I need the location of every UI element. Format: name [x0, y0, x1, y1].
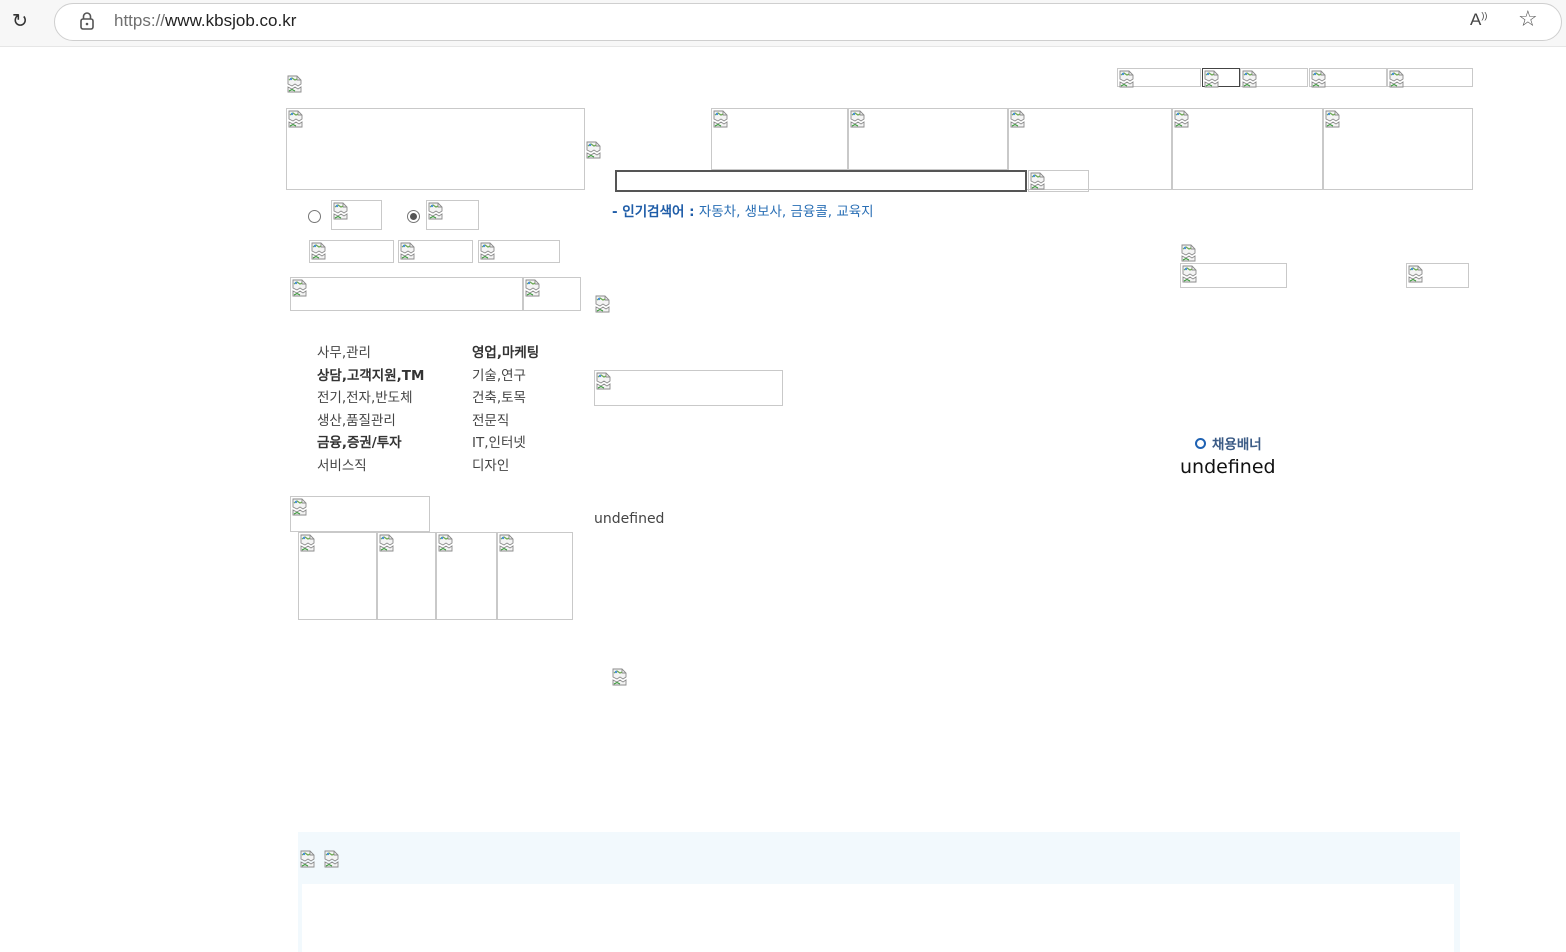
job-category-header-image	[290, 277, 523, 311]
read-aloud-glyph: A	[1470, 10, 1482, 29]
hot-keywords-label: - 인기검색어 :	[612, 204, 695, 220]
category-right-5[interactable]: IT,인터넷	[472, 431, 526, 451]
url-protocol: https://	[114, 11, 166, 30]
right-link-image-2[interactable]	[1406, 263, 1469, 288]
service-tile-2[interactable]	[377, 532, 436, 620]
content-spacer-image	[594, 294, 614, 314]
category-right-1[interactable]: 영업,마케팅	[472, 341, 539, 361]
recruit-banner-title: 채용배너	[1195, 433, 1262, 453]
site-logo-image[interactable]	[286, 74, 306, 94]
login-link-2[interactable]	[398, 240, 473, 263]
lower-spacer-image	[611, 667, 631, 687]
category-left-6[interactable]: 서비스직	[317, 454, 367, 474]
category-right-2[interactable]: 기술,연구	[472, 364, 526, 384]
category-left-1[interactable]: 사무,관리	[317, 341, 371, 361]
category-left-3[interactable]: 전기,전자,반도체	[317, 386, 413, 406]
category-right-3[interactable]: 건축,토목	[472, 386, 526, 406]
read-aloud-waves: ))	[1481, 10, 1488, 21]
circle-bullet-icon	[1195, 438, 1206, 449]
member-type-radio-personal[interactable]	[308, 210, 321, 223]
category-left-2[interactable]: 상담,고객지원,TM	[317, 364, 424, 384]
lock-icon[interactable]	[78, 10, 96, 32]
job-category-more-button[interactable]	[523, 277, 581, 311]
favorite-star-icon[interactable]: ☆	[1518, 7, 1538, 32]
member-type-radio-company[interactable]	[407, 210, 420, 223]
category-right-6[interactable]: 디자인	[472, 454, 509, 474]
main-menu-1[interactable]	[711, 108, 848, 170]
top-nav-link-3[interactable]	[1240, 68, 1308, 87]
footer-tab-image-1[interactable]	[299, 849, 319, 869]
recruit-banner-content: undefined	[1180, 456, 1276, 478]
top-nav-link-2[interactable]	[1202, 68, 1240, 87]
recruit-banner-label: 채용배너	[1212, 437, 1262, 453]
member-type-label-personal	[331, 200, 382, 230]
search-button[interactable]	[1028, 170, 1089, 192]
hot-keywords: - 인기검색어 : 자동차, 생보사, 금융콜, 교육지	[612, 200, 874, 220]
login-link-1[interactable]	[309, 240, 394, 263]
login-link-3[interactable]	[478, 240, 560, 263]
service-tile-3[interactable]	[436, 532, 497, 620]
member-type-label-company	[426, 200, 479, 230]
search-input[interactable]	[615, 170, 1027, 192]
read-aloud-icon[interactable]: A))	[1470, 10, 1487, 30]
category-left-4[interactable]: 생산,품질관리	[317, 409, 396, 429]
main-content-text: undefined	[594, 511, 665, 527]
reload-icon[interactable]: ↻	[8, 9, 32, 33]
category-left-5[interactable]: 금융,증권/투자	[317, 431, 402, 451]
center-banner-image[interactable]	[594, 370, 783, 406]
address-url[interactable]: https://www.kbsjob.co.kr	[114, 11, 296, 31]
main-menu-5[interactable]	[1323, 108, 1473, 190]
hot-keywords-list[interactable]: 자동차, 생보사, 금융콜, 교육지	[699, 204, 874, 220]
right-spacer-image	[1180, 243, 1200, 263]
service-tile-4[interactable]	[497, 532, 573, 620]
header-spacer-image	[585, 140, 605, 160]
top-nav-link-5[interactable]	[1387, 68, 1473, 87]
header-banner-image[interactable]	[286, 108, 585, 190]
main-menu-2[interactable]	[848, 108, 1008, 170]
main-menu-4[interactable]	[1172, 108, 1323, 190]
url-host: www.kbsjob.co.kr	[165, 11, 297, 30]
category-right-4[interactable]: 전문직	[472, 409, 509, 429]
section-header-image	[290, 496, 430, 532]
footer-content-panel	[302, 884, 1454, 952]
service-tile-1[interactable]	[298, 532, 377, 620]
top-nav-link-4[interactable]	[1309, 68, 1387, 87]
right-link-image-1[interactable]	[1180, 263, 1287, 288]
footer-tab-image-2[interactable]	[323, 849, 343, 869]
top-nav-link-1[interactable]	[1117, 68, 1201, 87]
